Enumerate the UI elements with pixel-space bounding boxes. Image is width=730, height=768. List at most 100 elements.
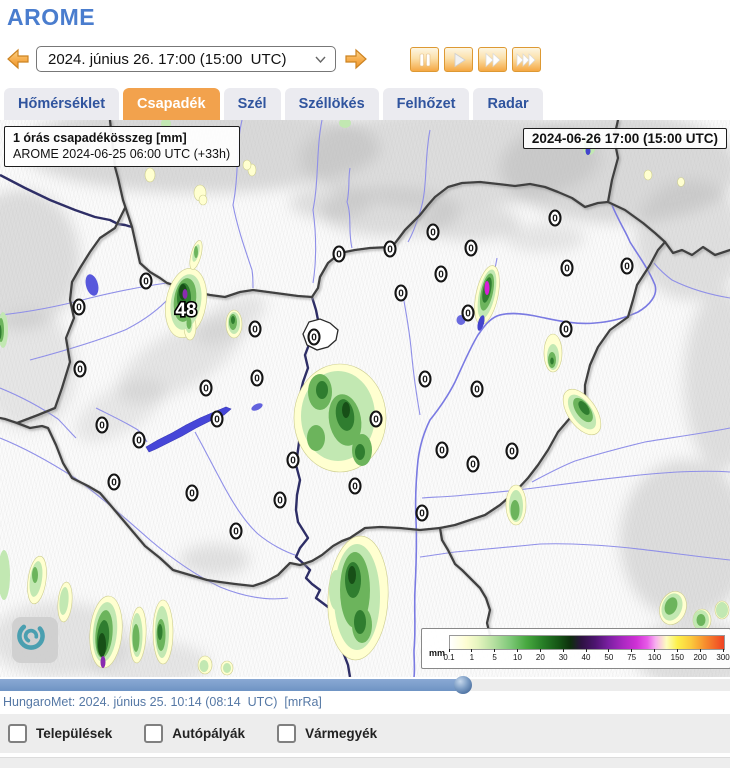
- time-slider[interactable]: [0, 679, 730, 691]
- station-value-marker: 0: [472, 382, 483, 397]
- pause-button[interactable]: [410, 47, 439, 72]
- lake-velence: [250, 402, 263, 413]
- prev-timestep-button[interactable]: [6, 47, 31, 71]
- station-value-marker: 0: [437, 443, 448, 458]
- station-value-marker: 0: [428, 225, 439, 240]
- checkbox-label: Vármegyék: [305, 726, 377, 741]
- checkbox-varmegyek[interactable]: [277, 724, 296, 743]
- play-button[interactable]: [444, 47, 473, 72]
- arome-weather-page: AROME 2024. június 26. 17:00 (15:00 UTC): [0, 0, 730, 768]
- map-parameter-label: 1 órás csapadékösszeg [mm]: [13, 130, 230, 146]
- station-value-marker: 0: [75, 362, 86, 377]
- svg-text:0: 0: [352, 482, 358, 493]
- svg-text:0: 0: [564, 264, 570, 275]
- scale-tick: 0.1: [437, 649, 461, 662]
- pause-icon: [415, 52, 435, 68]
- scale-tick: 5: [483, 649, 507, 662]
- checkbox-label: Települések: [36, 726, 112, 741]
- tab-csapadek[interactable]: Csapadék: [123, 88, 220, 120]
- model-info-box: 1 órás csapadékösszeg [mm] AROME 2024-06…: [4, 126, 240, 167]
- svg-text:0: 0: [76, 303, 82, 314]
- map-overlay-options: Települések Autópályák Vármegyék: [0, 714, 730, 753]
- attribution-text: HungaroMet: 2024. június 25. 10:14 (08:1…: [3, 695, 322, 709]
- station-value-marker: 0: [201, 381, 212, 396]
- fastest-forward-icon: [514, 52, 539, 68]
- svg-text:0: 0: [277, 496, 283, 507]
- svg-text:0: 0: [203, 384, 209, 395]
- station-value-marker: 0: [309, 330, 320, 345]
- svg-text:0: 0: [254, 374, 260, 385]
- checkbox-telepulesek[interactable]: [8, 724, 27, 743]
- station-value-marker: 0: [622, 259, 633, 274]
- svg-text:0: 0: [552, 214, 558, 225]
- station-value-marker: 0: [463, 306, 474, 321]
- svg-text:0: 0: [99, 421, 105, 432]
- scale-tick: 100: [643, 649, 667, 662]
- chevron-down-icon: [315, 50, 326, 68]
- tab-felhozet[interactable]: Felhőzet: [383, 88, 470, 120]
- station-value-marker: 0: [141, 274, 152, 289]
- station-value-marker: 0: [550, 211, 561, 226]
- svg-text:0: 0: [373, 415, 379, 426]
- svg-text:0: 0: [430, 228, 436, 239]
- station-value-marker: 0: [212, 412, 223, 427]
- svg-text:0: 0: [214, 415, 220, 426]
- scale-tick: 150: [665, 649, 689, 662]
- svg-text:0: 0: [136, 436, 142, 447]
- svg-text:0: 0: [509, 447, 515, 458]
- tab-szellokes[interactable]: Széllökés: [285, 88, 379, 120]
- svg-text:0: 0: [439, 446, 445, 457]
- checkbox-label: Autópályák: [172, 726, 245, 741]
- station-value-marker: 0: [466, 241, 477, 256]
- station-value-marker: 0: [252, 371, 263, 386]
- station-value-marker: 0: [334, 247, 345, 262]
- precipitation-map[interactable]: 0000000000000000000000000000000000 48 1 …: [0, 120, 730, 677]
- animation-controls: [410, 47, 541, 72]
- fast-forward-button[interactable]: [478, 47, 507, 72]
- tab-radar[interactable]: Radar: [473, 88, 542, 120]
- station-value-marker: 0: [109, 475, 120, 490]
- station-value-marker: 0: [561, 322, 572, 337]
- parameter-tabs: Hőmérséklet Csapadék Szél Széllökés Felh…: [0, 88, 730, 120]
- fast-forward-icon: [482, 52, 504, 68]
- station-value-marker: 0: [417, 506, 428, 521]
- arrow-right-icon: [343, 47, 368, 71]
- scale-tick: 10: [506, 649, 530, 662]
- time-slider-knob[interactable]: [454, 676, 472, 694]
- station-value-marker: 0: [187, 486, 198, 501]
- svg-text:0: 0: [336, 250, 342, 261]
- checkbox-autopalyak[interactable]: [144, 724, 163, 743]
- station-value-marker: 0: [436, 267, 447, 282]
- svg-text:0: 0: [419, 509, 425, 520]
- svg-text:0: 0: [438, 270, 444, 281]
- svg-text:0: 0: [474, 385, 480, 396]
- station-value-marker: 0: [562, 261, 573, 276]
- station-value-marker: 0: [134, 433, 145, 448]
- scale-tick: 30: [551, 649, 575, 662]
- station-value-marker: 0: [396, 286, 407, 301]
- datetime-select[interactable]: 2024. június 26. 17:00 (15:00 UTC): [36, 46, 336, 72]
- svg-text:0: 0: [470, 460, 476, 471]
- fastest-forward-button[interactable]: [512, 47, 541, 72]
- tab-homerseklet[interactable]: Hőmérséklet: [4, 88, 119, 120]
- page-title: AROME: [7, 4, 95, 31]
- station-value-marker: 0: [371, 412, 382, 427]
- river-tisza: [414, 205, 656, 677]
- color-scale-bar: [449, 635, 725, 650]
- overlay-autopalyak[interactable]: Autópályák: [144, 724, 269, 743]
- valid-time-box: 2024-06-26 17:00 (15:00 UTC): [523, 128, 727, 149]
- overlay-telepulesek[interactable]: Települések: [8, 724, 136, 743]
- station-value-marker: 0: [507, 444, 518, 459]
- svg-text:0: 0: [465, 309, 471, 320]
- play-icon: [449, 52, 469, 68]
- lake-ferto: [83, 273, 100, 297]
- svg-text:0: 0: [252, 325, 258, 336]
- svg-text:0: 0: [233, 527, 239, 538]
- svg-text:0: 0: [468, 244, 474, 255]
- station-value-marker: 0: [231, 524, 242, 539]
- model-run-label: AROME 2024-06-25 06:00 UTC (+33h): [13, 146, 230, 162]
- station-value-marker: 0: [385, 242, 396, 257]
- overlay-varmegyek[interactable]: Vármegyék: [277, 724, 401, 743]
- next-timestep-button[interactable]: [343, 47, 368, 71]
- tab-szel[interactable]: Szél: [224, 88, 281, 120]
